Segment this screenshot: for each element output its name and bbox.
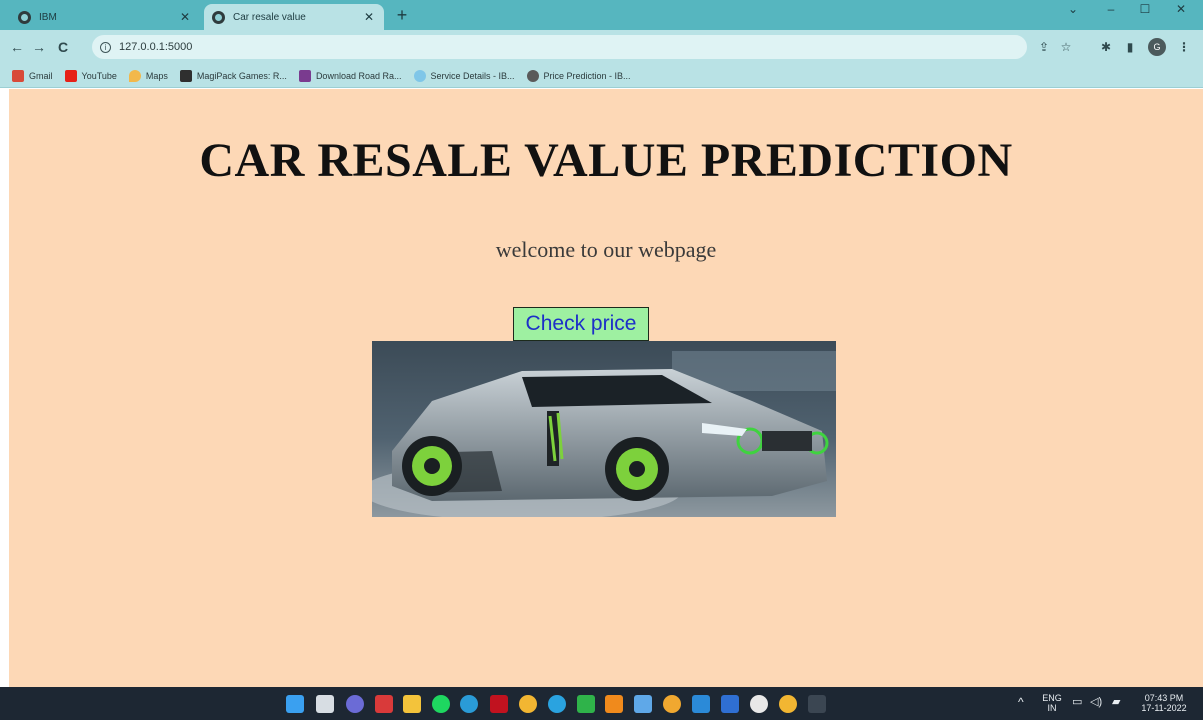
- language-indicator[interactable]: ENG IN: [1040, 693, 1064, 713]
- road-rash-icon: [298, 69, 311, 82]
- telegram-icon[interactable]: [548, 695, 566, 713]
- url-text: 127.0.0.1:5000: [119, 41, 193, 53]
- screen: IBM ✕ Car resale value ✕ + ⌄ – ☐ ✕ ← → C…: [0, 0, 1203, 720]
- chrome-dev-icon[interactable]: [779, 695, 797, 713]
- tab-car-resale-value[interactable]: Car resale value ✕: [204, 4, 384, 30]
- forward-button[interactable]: →: [30, 38, 48, 56]
- file-explorer-icon[interactable]: [403, 695, 421, 713]
- chrome-canary-icon[interactable]: [663, 695, 681, 713]
- gmail-icon: [12, 69, 24, 82]
- close-tab-icon[interactable]: ✕: [362, 10, 376, 24]
- clock-time: 07:43 PM: [1144, 693, 1184, 703]
- youtube-icon: [64, 69, 77, 82]
- windows-taskbar: ^ ENG IN ▭ ◁) ▰ 07:43 PM 17-11-2022: [0, 687, 1203, 720]
- new-tab-button[interactable]: +: [392, 6, 412, 24]
- edge-icon[interactable]: [460, 695, 478, 713]
- reload-button[interactable]: C: [54, 38, 72, 56]
- volume-icon[interactable]: ◁): [1090, 697, 1102, 708]
- side-panel-icon[interactable]: ▮: [1122, 39, 1138, 55]
- bulb-icon: [526, 69, 539, 82]
- notepad-icon[interactable]: [634, 695, 652, 713]
- browser-viewport: CAR RESALE VALUE PREDICTION welcome to o…: [0, 89, 1203, 687]
- spotify-icon[interactable]: [432, 695, 450, 713]
- close-tab-icon[interactable]: ✕: [178, 10, 192, 24]
- bookmark-label: Download Road Ra...: [315, 70, 402, 81]
- bookmark-price-prediction[interactable]: Price Prediction - IB...: [526, 69, 631, 82]
- maps-icon: [128, 69, 141, 82]
- bookmark-gmail[interactable]: Gmail: [12, 69, 53, 82]
- task-view-icon[interactable]: [316, 695, 334, 713]
- tab-search-chevron-icon[interactable]: ⌄: [1058, 2, 1088, 16]
- bookmark-service-details[interactable]: Service Details - IB...: [413, 69, 515, 82]
- tab-ibm[interactable]: IBM ✕: [10, 4, 200, 30]
- bookmark-road-rash[interactable]: Download Road Ra...: [298, 69, 402, 82]
- bookmark-label: Price Prediction - IB...: [543, 70, 631, 81]
- page-title: CAR RESALE VALUE PREDICTION: [199, 134, 1013, 187]
- bookmark-label: MagiPack Games: R...: [196, 70, 287, 81]
- bookmark-star-icon[interactable]: ☆: [1058, 39, 1074, 55]
- red-app-icon[interactable]: [375, 695, 393, 713]
- browser-tab-strip: IBM ✕ Car resale value ✕ + ⌄ – ☐ ✕: [0, 0, 1203, 30]
- vscode-icon[interactable]: [692, 695, 710, 713]
- clock-date: 17-11-2022: [1141, 703, 1187, 713]
- tab-title: IBM: [39, 11, 57, 23]
- word-icon[interactable]: [721, 695, 739, 713]
- site-info-icon[interactable]: i: [100, 41, 111, 53]
- bookmark-label: YouTube: [81, 70, 117, 81]
- check-price-button[interactable]: Check price: [513, 307, 649, 341]
- teams-chat-icon[interactable]: [346, 695, 364, 713]
- page-body: CAR RESALE VALUE PREDICTION welcome to o…: [9, 89, 1203, 687]
- back-button[interactable]: ←: [8, 38, 26, 56]
- welcome-text: welcome to our webpage: [495, 237, 717, 262]
- share-icon[interactable]: ⇪: [1036, 39, 1052, 55]
- bookmark-maps[interactable]: Maps: [128, 69, 168, 82]
- close-window-button[interactable]: ✕: [1166, 2, 1196, 16]
- profile-avatar[interactable]: G: [1148, 38, 1166, 56]
- tray-chevron-icon[interactable]: ^: [1018, 696, 1024, 708]
- vlc-icon[interactable]: [605, 695, 623, 713]
- extensions-icon[interactable]: ✱: [1098, 39, 1114, 55]
- maximize-button[interactable]: ☐: [1130, 2, 1160, 16]
- minimize-button[interactable]: –: [1096, 2, 1126, 16]
- language-code: ENG: [1042, 693, 1062, 703]
- bookmark-label: Service Details - IB...: [430, 70, 515, 81]
- xbox-icon[interactable]: [577, 695, 595, 713]
- cloud-icon: [413, 69, 426, 82]
- menu-icon[interactable]: ⋮: [1176, 39, 1192, 55]
- github-icon[interactable]: [750, 695, 768, 713]
- globe-icon: [18, 10, 31, 24]
- language-region: IN: [1047, 703, 1057, 713]
- clock[interactable]: 07:43 PM 17-11-2022: [1136, 693, 1192, 713]
- windows-start-icon[interactable]: [286, 695, 304, 713]
- bookmark-youtube[interactable]: YouTube: [64, 69, 117, 82]
- bookmark-magipack[interactable]: MagiPack Games: R...: [179, 69, 287, 82]
- address-bar[interactable]: i 127.0.0.1:5000: [92, 35, 1027, 59]
- tab-title: Car resale value: [233, 11, 306, 23]
- network-icon[interactable]: ▭: [1072, 697, 1082, 708]
- browser-toolbar: ← → C i 127.0.0.1:5000 ⇪ ☆ ✱ ▮ G ⋮: [0, 30, 1203, 64]
- car-image-drawing: [372, 341, 836, 517]
- magipack-icon: [179, 69, 192, 82]
- bookmarks-bar: Gmail YouTube Maps MagiPack Games: R... …: [0, 64, 1203, 88]
- globe-icon: [212, 10, 225, 24]
- bookmark-label: Gmail: [29, 70, 53, 81]
- netflix-icon[interactable]: [490, 695, 508, 713]
- terminal-icon[interactable]: [808, 695, 826, 713]
- battery-icon[interactable]: ▰: [1112, 697, 1120, 708]
- chrome-icon[interactable]: [519, 695, 537, 713]
- car-photo: [372, 341, 836, 517]
- bookmark-label: Maps: [145, 70, 168, 81]
